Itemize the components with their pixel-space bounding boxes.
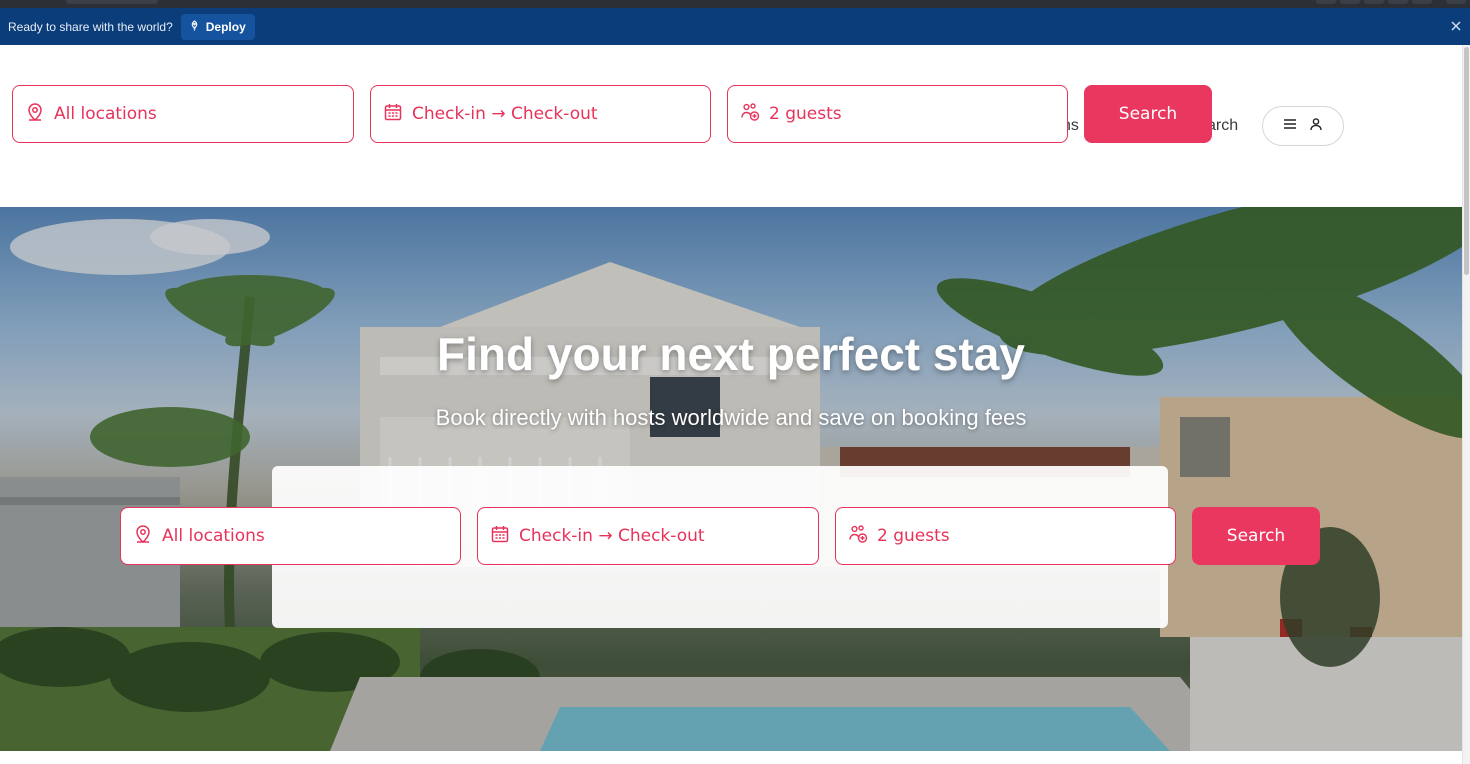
header-dates-field[interactable]: Check-in → Check-out [370,85,711,143]
scrollbar-thumb[interactable] [1464,47,1469,275]
rocket-icon [189,19,200,34]
location-value: All locations [54,104,157,124]
browser-control[interactable] [1388,0,1408,4]
header-search-button[interactable]: Search [1084,85,1212,143]
deploy-label: Deploy [205,19,246,34]
guests-icon [848,524,868,549]
location-pin-icon [133,524,153,549]
user-menu-button[interactable] [1262,106,1344,146]
browser-control[interactable] [1364,0,1384,4]
dates-value: Check-in → Check-out [519,526,705,546]
hero-location-field[interactable]: All locations [120,507,461,565]
guests-value: 2 guests [877,526,950,546]
location-value: All locations [162,526,265,546]
browser-control[interactable] [1446,0,1466,4]
browser-control[interactable] [1316,0,1336,4]
page-footer-gap [0,751,1462,764]
dates-value: Check-in → Check-out [412,104,598,124]
hero-search-button[interactable]: Search [1192,507,1320,565]
deploy-button[interactable]: Deploy [180,13,255,40]
hero-section: Find your next perfect stay Book directl… [0,207,1462,751]
location-pin-icon [25,102,45,127]
browser-control[interactable] [1412,0,1432,4]
deploy-banner: Ready to share with the world? Deploy [0,8,1470,45]
browser-tab[interactable] [66,0,158,4]
deploy-message: Ready to share with the world? [8,19,173,34]
hero-title: Find your next perfect stay [437,328,1025,380]
user-icon [1309,117,1323,136]
calendar-icon [383,102,403,127]
hero-subtitle: Book directly with hosts worldwide and s… [435,405,1027,430]
hamburger-icon [1283,117,1297,135]
hero-dates-field[interactable]: Check-in → Check-out [477,507,819,565]
page-content: ns arch All locations Check-in → Check-o… [0,45,1462,764]
hero-guests-field[interactable]: 2 guests [835,507,1176,565]
guests-value: 2 guests [769,104,842,124]
browser-chrome-strip [0,0,1470,8]
guests-icon [740,102,760,127]
calendar-icon [490,524,510,549]
header-guests-field[interactable]: 2 guests [727,85,1068,143]
browser-control[interactable] [1340,0,1360,4]
page-scrollbar[interactable] [1462,45,1470,764]
header-location-field[interactable]: All locations [12,85,354,143]
close-icon[interactable] [1448,18,1464,34]
